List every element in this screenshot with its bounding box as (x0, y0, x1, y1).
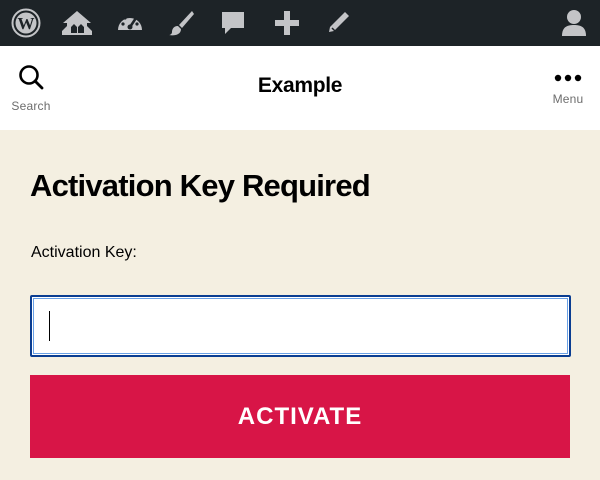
dashboard-icon[interactable] (107, 0, 153, 46)
new-content-icon[interactable] (264, 0, 310, 46)
activation-key-label: Activation Key: (31, 244, 137, 261)
text-caret (49, 311, 50, 341)
customize-icon[interactable] (158, 0, 204, 46)
my-sites-icon[interactable] (54, 0, 100, 46)
admin-bar: W (0, 0, 600, 46)
main-content: Activation Key Required Activation Key: … (0, 130, 600, 480)
comments-icon[interactable] (210, 0, 256, 46)
menu-label: Menu (552, 92, 584, 106)
page-title: Activation Key Required (30, 168, 371, 203)
site-title[interactable]: Example (0, 74, 600, 98)
search-label: Search (11, 98, 51, 113)
activate-button[interactable]: ACTIVATE (30, 375, 570, 458)
user-avatar-icon[interactable] (551, 0, 597, 46)
wordpress-icon[interactable]: W (3, 0, 49, 46)
more-dots-icon (554, 70, 582, 88)
svg-text:W: W (18, 14, 35, 33)
activation-key-input[interactable] (30, 295, 571, 357)
edit-icon[interactable] (315, 0, 361, 46)
menu-toggle[interactable]: Menu (546, 46, 590, 130)
site-header: Search Example Menu (0, 46, 600, 130)
